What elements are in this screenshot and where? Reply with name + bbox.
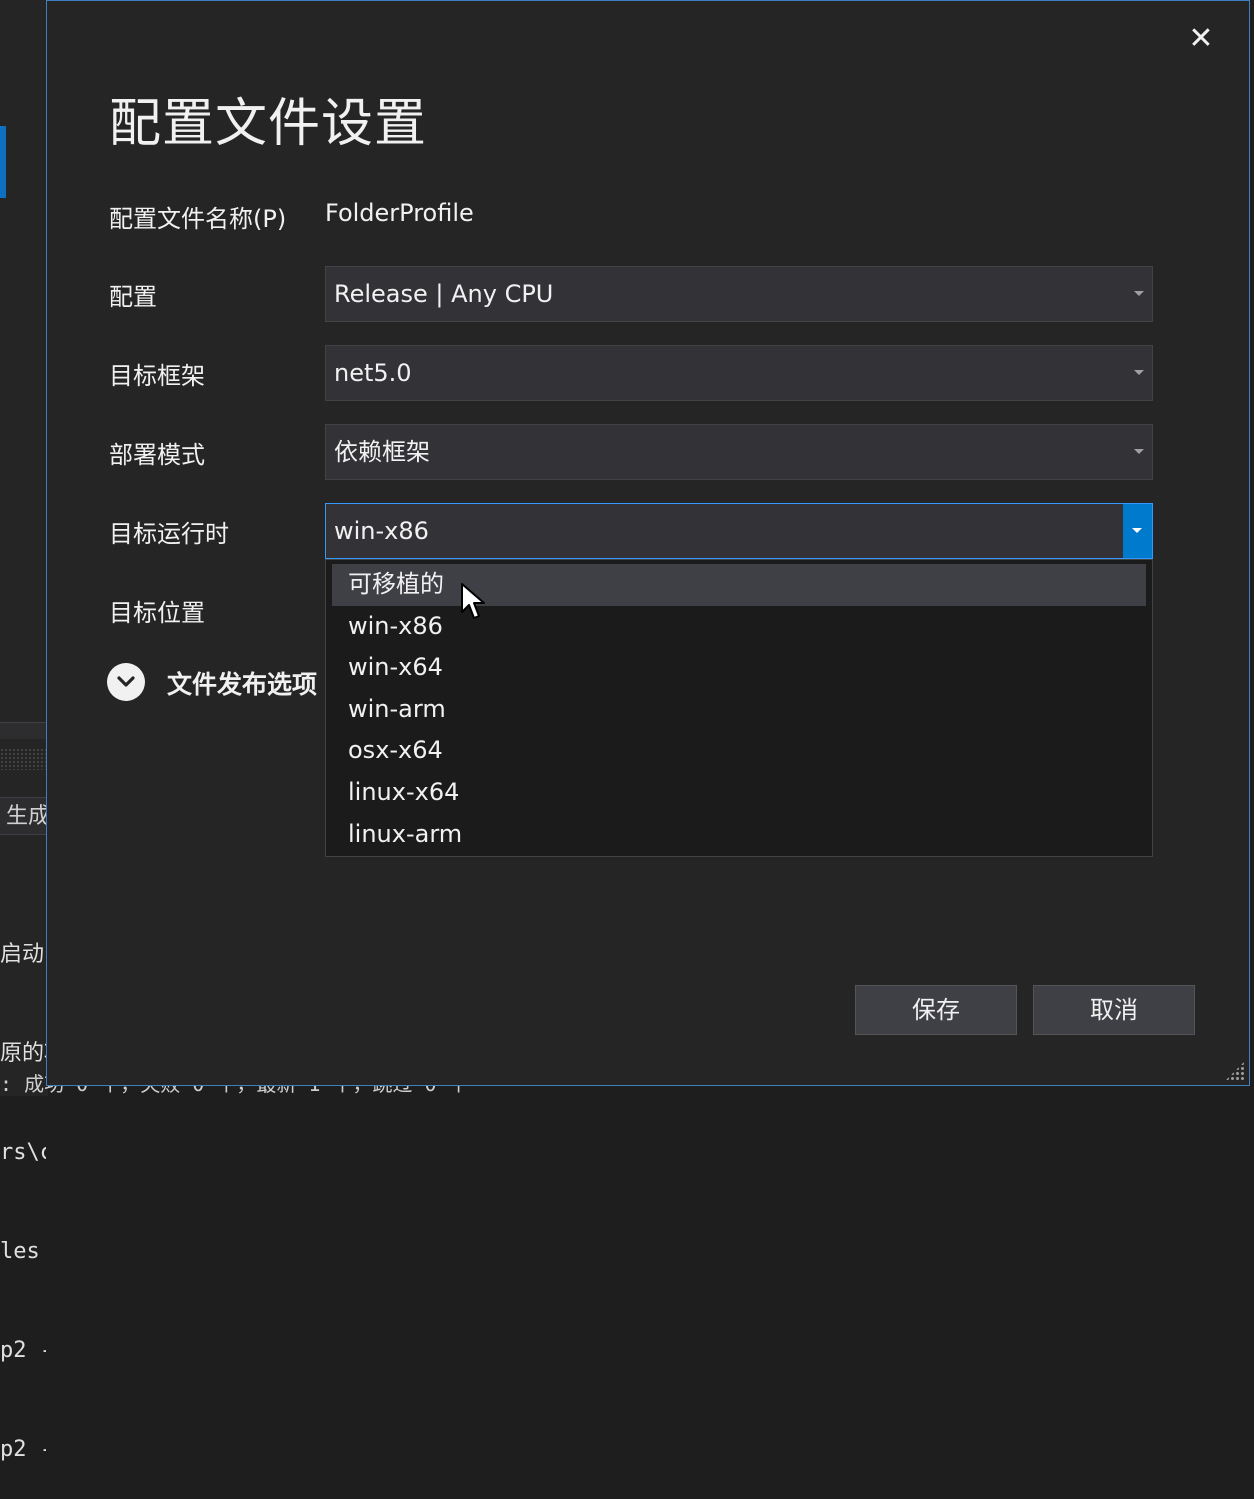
file-publish-options-label[interactable]: 文件发布选项	[167, 665, 317, 701]
chevron-down-icon[interactable]	[107, 663, 145, 701]
target-framework-combo[interactable]: net5.0	[325, 345, 1153, 401]
output-line: p2 -	[0, 1338, 46, 1363]
ide-grip-area	[0, 748, 46, 770]
close-icon[interactable]: ✕	[1183, 21, 1219, 57]
dropdown-arrow-icon	[1132, 528, 1142, 533]
dropdown-option-win-x86[interactable]: win-x86	[332, 606, 1146, 648]
dropdown-button[interactable]	[1123, 504, 1152, 558]
target-runtime-label: 目标运行时	[109, 520, 229, 548]
profile-settings-dialog: ✕ 配置文件设置 配置文件名称(P) FolderProfile 配置 Rele…	[46, 0, 1250, 1086]
target-framework-value: net5.0	[334, 359, 412, 387]
configuration-value: Release | Any CPU	[334, 280, 554, 308]
save-button[interactable]: 保存	[855, 985, 1017, 1035]
ide-panel-splitter[interactable]	[0, 722, 46, 739]
dropdown-option-win-x64[interactable]: win-x64	[332, 647, 1146, 689]
dropdown-arrow-icon	[1134, 449, 1144, 454]
deployment-mode-label: 部署模式	[109, 441, 205, 469]
target-framework-label: 目标框架	[109, 362, 205, 390]
dropdown-arrow-icon	[1134, 291, 1144, 296]
dropdown-option-win-arm[interactable]: win-arm	[332, 689, 1146, 731]
target-runtime-combo[interactable]: win-x86	[325, 503, 1153, 559]
output-line: rs\c	[0, 1140, 46, 1165]
cancel-button[interactable]: 取消	[1033, 985, 1195, 1035]
ide-selected-indicator	[0, 126, 6, 198]
configuration-label: 配置	[109, 283, 157, 311]
output-line: p2 -	[0, 1437, 46, 1462]
dropdown-option-portable[interactable]: 可移植的	[332, 564, 1146, 606]
profile-name-value: FolderProfile	[325, 199, 474, 227]
ide-output-tab[interactable]: 生成	[0, 797, 46, 835]
target-runtime-dropdown-list: 可移植的 win-x86 win-x64 win-arm osx-x64 lin…	[325, 559, 1153, 857]
dropdown-arrow-icon	[1134, 370, 1144, 375]
output-line: 启动	[0, 942, 45, 967]
target-location-label: 目标位置	[109, 599, 205, 627]
deployment-mode-combo[interactable]: 依赖框架	[325, 424, 1153, 480]
profile-name-label: 配置文件名称(P)	[109, 205, 287, 233]
target-runtime-value: win-x86	[334, 517, 429, 545]
dropdown-option-linux-x64[interactable]: linux-x64	[332, 772, 1146, 814]
ide-output-text: 启动 原的项 rs\c les p2 - p2 -	[0, 872, 46, 1499]
output-line: 原的项	[0, 1041, 46, 1066]
dropdown-option-linux-arm[interactable]: linux-arm	[332, 814, 1146, 856]
resize-grip-icon[interactable]	[1225, 1061, 1245, 1081]
deployment-mode-value: 依赖框架	[334, 438, 430, 466]
dropdown-option-osx-x64[interactable]: osx-x64	[332, 730, 1146, 772]
output-line: les	[0, 1239, 40, 1264]
dialog-title: 配置文件设置	[109, 94, 428, 154]
configuration-combo[interactable]: Release | Any CPU	[325, 266, 1153, 322]
